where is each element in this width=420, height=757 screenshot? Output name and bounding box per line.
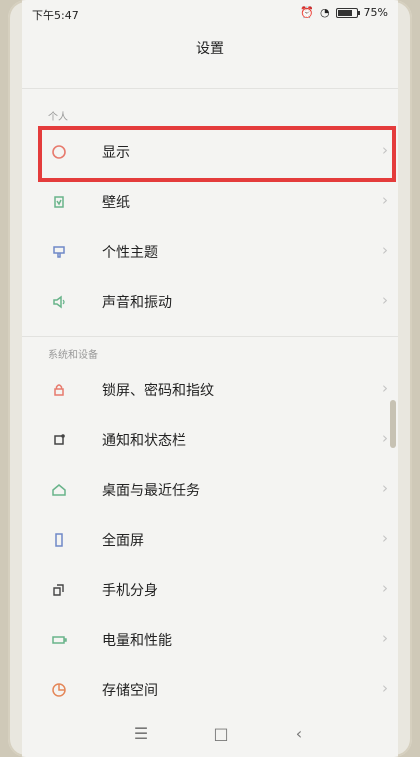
chevron-right-icon: › (382, 579, 388, 597)
side-button (390, 400, 396, 448)
settings-item-theme[interactable]: 个性主题 › (22, 228, 398, 278)
settings-item-label: 锁屏、密码和指纹 (102, 383, 214, 399)
lock-icon (54, 384, 64, 396)
back-icon[interactable]: ‹ (288, 724, 310, 746)
settings-item-label: 壁纸 (102, 195, 130, 211)
settings-item-label: 手机分身 (102, 583, 158, 599)
phone-frame: 下午5:47 ⏰ ◔ 75% 设置 个人 显示 › 壁纸 › 个性主题 › 声音… (8, 0, 412, 757)
settings-item-power[interactable]: 电量和性能 › (22, 616, 398, 666)
settings-item-clone[interactable]: 手机分身 › (22, 566, 398, 616)
status-bar: 下午5:47 ⏰ ◔ 75% (22, 0, 398, 26)
chevron-right-icon: › (382, 529, 388, 547)
section-divider (22, 336, 398, 337)
chevron-right-icon: › (382, 241, 388, 259)
settings-item-label: 存储空间 (102, 683, 158, 699)
chevron-right-icon: › (382, 429, 388, 447)
settings-item-wallpaper[interactable]: 壁纸 › (22, 178, 398, 228)
section-title-system: 系统和设备 (48, 350, 98, 361)
settings-item-lockscreen[interactable]: 锁屏、密码和指纹 › (22, 366, 398, 416)
settings-item-label: 声音和振动 (102, 295, 172, 311)
battery-icon (52, 636, 67, 644)
settings-item-label: 显示 (102, 145, 130, 161)
storage-icon (52, 683, 66, 697)
status-icons: ⏰ ◔ 75% (300, 6, 388, 19)
display-icon (52, 145, 66, 159)
chevron-right-icon: › (382, 679, 388, 697)
settings-item-home[interactable]: 桌面与最近任务 › (22, 466, 398, 516)
home-nav-icon[interactable]: □ (210, 724, 232, 746)
settings-item-label: 电量和性能 (102, 633, 172, 649)
section-divider (22, 88, 398, 89)
settings-item-sound[interactable]: 声音和振动 › (22, 278, 398, 328)
cutoff-list-item (102, 60, 192, 70)
settings-item-label: 通知和状态栏 (102, 433, 186, 449)
chevron-right-icon: › (382, 191, 388, 209)
chevron-right-icon: › (382, 629, 388, 647)
sound-icon (53, 295, 65, 309)
chevron-right-icon: › (382, 379, 388, 397)
menu-icon[interactable]: ☰ (130, 724, 152, 746)
settings-item-notifications[interactable]: 通知和状态栏 › (22, 416, 398, 466)
wifi-icon: ◔ (319, 6, 330, 19)
chevron-right-icon: › (382, 479, 388, 497)
settings-item-label: 个性主题 (102, 245, 158, 261)
settings-item-label: 桌面与最近任务 (102, 483, 200, 499)
navigation-bar: ☰ □ ‹ (22, 712, 398, 757)
page-title: 设置 (196, 41, 224, 57)
home-icon (52, 484, 66, 496)
alarm-icon: ⏰ (300, 6, 314, 19)
wallpaper-icon (54, 196, 64, 208)
chevron-right-icon: › (382, 291, 388, 309)
battery-percent: 75% (363, 6, 388, 19)
settings-item-display[interactable]: 显示 › (22, 128, 398, 178)
settings-screen: 下午5:47 ⏰ ◔ 75% 设置 个人 显示 › 壁纸 › 个性主题 › 声音… (22, 0, 398, 757)
battery-icon (335, 7, 360, 18)
notification-icon (54, 434, 65, 445)
status-time: 下午5:47 (32, 9, 79, 22)
settings-item-fullscreen[interactable]: 全面屏 › (22, 516, 398, 566)
fullscreen-icon (55, 533, 63, 547)
chevron-right-icon: › (382, 141, 388, 159)
settings-item-storage[interactable]: 存储空间 › (22, 666, 398, 716)
theme-icon (53, 246, 65, 258)
section-title-personal: 个人 (48, 112, 68, 123)
battery-level-fill (337, 9, 352, 16)
settings-item-label: 全面屏 (102, 533, 144, 549)
clone-icon (53, 584, 64, 596)
